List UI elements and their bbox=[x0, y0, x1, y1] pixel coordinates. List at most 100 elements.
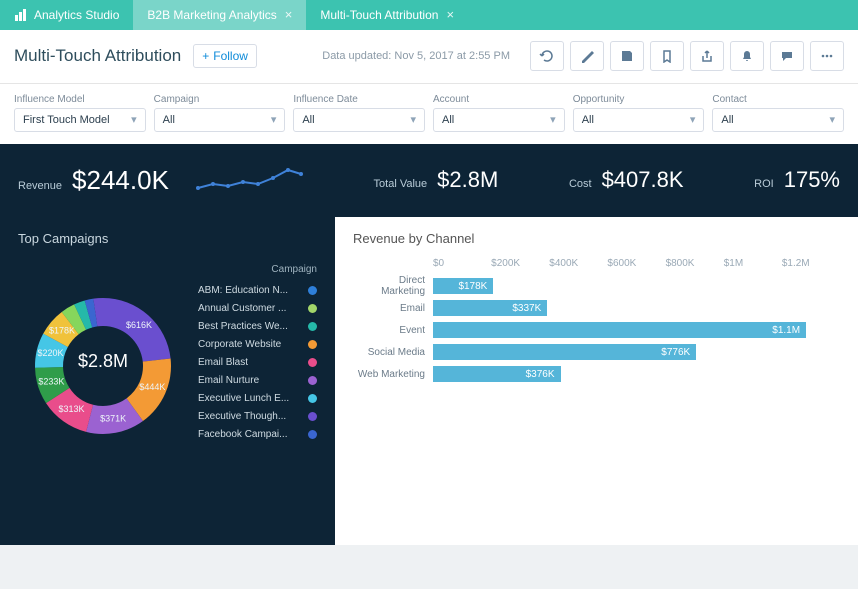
bar-row: Event$1.1M bbox=[353, 319, 840, 341]
legend-label: Best Practices We... bbox=[198, 321, 302, 332]
legend-item[interactable]: Corporate Website bbox=[198, 335, 317, 353]
chevron-down-icon: ▾ bbox=[410, 113, 416, 126]
filter-select-account[interactable]: All ▾ bbox=[433, 108, 565, 132]
legend-swatch bbox=[308, 430, 317, 439]
filter-opportunity: Opportunity All ▾ bbox=[573, 94, 705, 132]
legend-swatch bbox=[308, 286, 317, 295]
filter-account: Account All ▾ bbox=[433, 94, 565, 132]
filter-label: Account bbox=[433, 94, 565, 105]
axis-tick: $800K bbox=[666, 258, 724, 269]
undo-button[interactable] bbox=[530, 41, 564, 71]
filter-influence-model: Influence Model First Touch Model ▾ bbox=[14, 94, 146, 132]
legend-item[interactable]: Annual Customer ... bbox=[198, 299, 317, 317]
legend-label: Executive Lunch E... bbox=[198, 393, 302, 404]
panel-title: Top Campaigns bbox=[18, 231, 317, 246]
legend-swatch bbox=[308, 304, 317, 313]
legend-item[interactable]: Email Nurture bbox=[198, 371, 317, 389]
chevron-down-icon: ▾ bbox=[271, 113, 277, 126]
legend-label: Annual Customer ... bbox=[198, 303, 302, 314]
bar-row: Direct Marketing$178K bbox=[353, 275, 840, 297]
bar-category-label: Social Media bbox=[353, 347, 433, 358]
chevron-down-icon: ▾ bbox=[131, 113, 137, 126]
filter-select-contact[interactable]: All ▾ bbox=[712, 108, 844, 132]
more-button[interactable] bbox=[810, 41, 844, 71]
legend-item[interactable]: Facebook Campai... bbox=[198, 425, 317, 443]
bar-row: Social Media$776K bbox=[353, 341, 840, 363]
filter-select-influence-date[interactable]: All ▾ bbox=[293, 108, 425, 132]
panel-revenue-by-channel: Revenue by Channel $0$200K$400K$600K$800… bbox=[335, 217, 858, 547]
plus-icon: + bbox=[202, 49, 209, 63]
filter-value: First Touch Model bbox=[23, 114, 110, 126]
share-button[interactable] bbox=[690, 41, 724, 71]
page-title: Multi-Touch Attribution bbox=[14, 46, 181, 66]
panel-title: Revenue by Channel bbox=[353, 231, 840, 246]
legend-label: Corporate Website bbox=[198, 339, 302, 350]
save-button[interactable] bbox=[610, 41, 644, 71]
tab-multi-touch-attribution[interactable]: Multi-Touch Attribution × bbox=[306, 0, 468, 30]
metric-label: Revenue bbox=[18, 180, 62, 192]
axis-tick: $400K bbox=[549, 258, 607, 269]
header-action-bar bbox=[530, 41, 844, 71]
axis-tick: $1.2M bbox=[782, 258, 840, 269]
bar-category-label: Event bbox=[353, 325, 433, 336]
filter-select-opportunity[interactable]: All ▾ bbox=[573, 108, 705, 132]
metric-value: $244.0K bbox=[72, 165, 169, 196]
bar[interactable]: $776K bbox=[433, 344, 696, 360]
slice-label: $371K bbox=[100, 414, 126, 424]
filter-bar: Influence Model First Touch Model ▾ Camp… bbox=[0, 84, 858, 144]
notifications-button[interactable] bbox=[730, 41, 764, 71]
follow-button[interactable]: + Follow bbox=[193, 44, 257, 68]
filter-label: Contact bbox=[712, 94, 844, 105]
close-icon[interactable]: × bbox=[446, 7, 454, 22]
filter-label: Campaign bbox=[154, 94, 286, 105]
filter-value: All bbox=[442, 114, 454, 126]
bookmark-button[interactable] bbox=[650, 41, 684, 71]
legend-swatch bbox=[308, 412, 317, 421]
close-icon[interactable]: × bbox=[285, 7, 293, 22]
legend-item[interactable]: Email Blast bbox=[198, 353, 317, 371]
metric-value: 175% bbox=[784, 167, 840, 193]
bar-row: Email$337K bbox=[353, 297, 840, 319]
legend-item[interactable]: Best Practices We... bbox=[198, 317, 317, 335]
filter-select-influence-model[interactable]: First Touch Model ▾ bbox=[14, 108, 146, 132]
bar-chart[interactable]: $0$200K$400K$600K$800K$1M$1.2M Direct Ma… bbox=[353, 258, 840, 385]
content-area: Top Campaigns $616K$444K$371K$313K$233K$… bbox=[0, 217, 858, 545]
edit-button[interactable] bbox=[570, 41, 604, 71]
filter-label: Influence Model bbox=[14, 94, 146, 105]
metric-roi: ROI 175% bbox=[754, 167, 840, 193]
filter-value: All bbox=[721, 114, 733, 126]
legend-swatch bbox=[308, 394, 317, 403]
filter-influence-date: Influence Date All ▾ bbox=[293, 94, 425, 132]
legend-item[interactable]: Executive Though... bbox=[198, 407, 317, 425]
metric-cost: Cost $407.8K bbox=[569, 167, 684, 193]
bar[interactable]: $376K bbox=[433, 366, 561, 382]
metric-revenue: Revenue $244.0K bbox=[18, 165, 169, 196]
bar[interactable]: $178K bbox=[433, 278, 493, 294]
metric-label: ROI bbox=[754, 178, 774, 190]
axis-tick: $600K bbox=[607, 258, 665, 269]
donut-legend: Campaign ABM: Education N... Annual Custo… bbox=[198, 256, 317, 466]
legend-item[interactable]: ABM: Education N... bbox=[198, 281, 317, 299]
metric-value: $2.8M bbox=[437, 167, 498, 193]
legend-swatch bbox=[308, 376, 317, 385]
filter-select-campaign[interactable]: All ▾ bbox=[154, 108, 286, 132]
legend-title: Campaign bbox=[198, 264, 317, 275]
slice-label: $220K bbox=[37, 348, 63, 358]
bar[interactable]: $1.1M bbox=[433, 322, 806, 338]
filter-value: All bbox=[302, 114, 314, 126]
filter-label: Opportunity bbox=[573, 94, 705, 105]
legend-item[interactable]: Executive Lunch E... bbox=[198, 389, 317, 407]
filter-value: All bbox=[582, 114, 594, 126]
bar-category-label: Direct Marketing bbox=[353, 275, 433, 297]
donut-chart[interactable]: $616K$444K$371K$313K$233K$220K$178K $2.8… bbox=[18, 256, 188, 466]
comments-button[interactable] bbox=[770, 41, 804, 71]
bar-category-label: Email bbox=[353, 303, 433, 314]
legend-swatch bbox=[308, 358, 317, 367]
tab-b2b-marketing-analytics[interactable]: B2B Marketing Analytics × bbox=[133, 0, 306, 30]
legend-label: Executive Though... bbox=[198, 411, 302, 422]
bar[interactable]: $337K bbox=[433, 300, 547, 316]
axis-tick: $200K bbox=[491, 258, 549, 269]
legend-label: Email Nurture bbox=[198, 375, 302, 386]
metric-label: Cost bbox=[569, 178, 592, 190]
brand: Analytics Studio bbox=[0, 0, 133, 30]
